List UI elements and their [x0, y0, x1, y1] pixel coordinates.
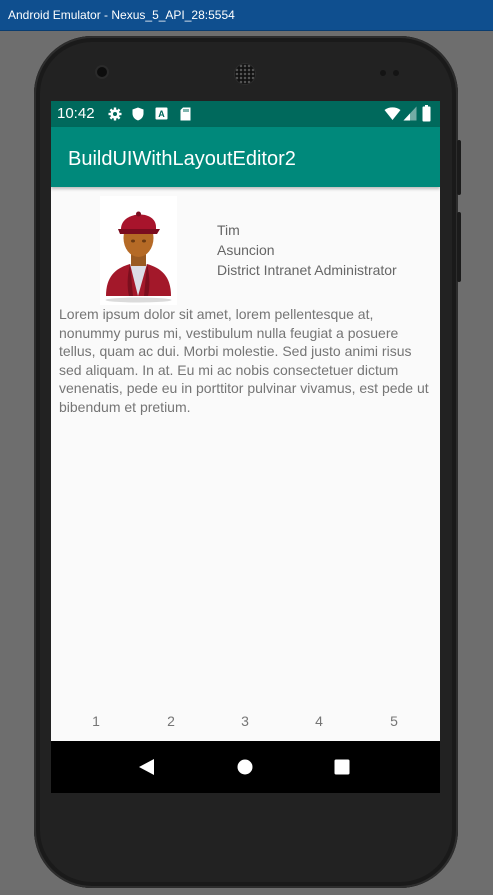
profile-first-name: Tim	[217, 222, 240, 238]
emulator-title-bar: Android Emulator - Nexus_5_API_28:5554	[0, 0, 493, 31]
earpiece-speaker	[235, 64, 255, 84]
bottom-number-4: 4	[315, 713, 323, 729]
status-bar: 10:42 A	[51, 101, 440, 127]
battery-icon	[422, 105, 431, 122]
proximity-sensor	[380, 70, 386, 76]
volume-button[interactable]	[457, 212, 461, 282]
wifi-icon	[384, 107, 401, 120]
back-icon[interactable]	[138, 758, 155, 776]
app-bar: BuildUIWithLayoutEditor2	[51, 127, 440, 187]
bottom-number-3: 3	[241, 713, 249, 729]
home-icon[interactable]	[237, 759, 253, 775]
bottom-number-1: 1	[92, 713, 100, 729]
svg-text:A: A	[158, 109, 165, 119]
gear-icon	[108, 107, 122, 121]
sd-card-icon	[180, 107, 191, 121]
app-title: BuildUIWithLayoutEditor2	[68, 148, 296, 170]
profile-last-name: Asuncion	[217, 242, 275, 258]
light-sensor	[393, 70, 399, 76]
power-button[interactable]	[457, 140, 461, 195]
emulator-window-title: Android Emulator - Nexus_5_API_28:5554	[8, 8, 235, 22]
profile-job-title: District Intranet Administrator	[217, 262, 397, 278]
status-time: 10:42	[57, 105, 95, 122]
description-text: Lorem ipsum dolor sit amet, lorem pellen…	[59, 306, 429, 415]
cellular-icon	[403, 106, 417, 121]
a-badge-icon: A	[155, 107, 168, 120]
device-screen: 10:42 A BuildUIWithLayoutEditor2 Tim Asu…	[51, 101, 440, 793]
front-camera	[97, 67, 107, 77]
bottom-number-5: 5	[390, 713, 398, 729]
shield-icon	[132, 107, 144, 121]
bottom-number-2: 2	[167, 713, 175, 729]
navigation-bar	[51, 741, 440, 793]
recents-icon[interactable]	[334, 759, 350, 775]
profile-avatar	[100, 196, 177, 305]
